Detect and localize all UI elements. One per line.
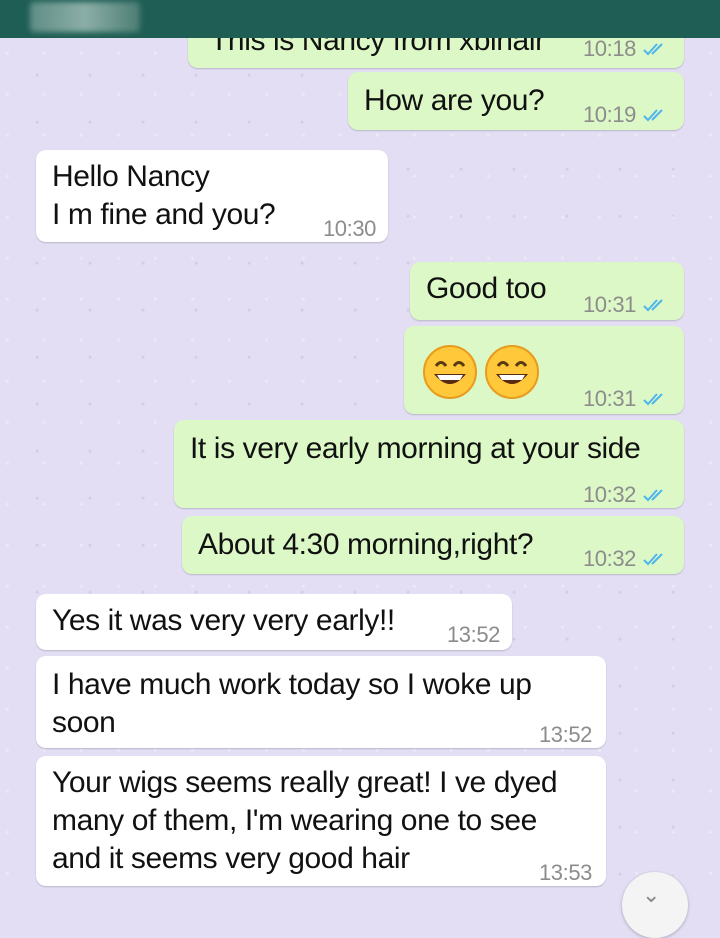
message-text: Your wigs seems really great! I ve dyed … xyxy=(52,766,558,875)
message-time: 10:31 xyxy=(582,386,636,411)
message-meta: 10:31 xyxy=(583,380,670,418)
grinning-face-icon xyxy=(423,345,477,399)
message-meta: 13:52 xyxy=(447,616,500,654)
double-check-read-icon xyxy=(643,393,663,406)
message-bubble-incoming[interactable]: I have much work today so I woke up soon… xyxy=(36,656,606,748)
message-time: 13:53 xyxy=(538,860,592,885)
message-meta: 10:32 xyxy=(583,476,670,514)
message-bubble-incoming[interactable]: Your wigs seems really great! I ve dyed … xyxy=(36,756,606,886)
message-time: 10:31 xyxy=(582,292,636,317)
double-check-read-icon xyxy=(643,553,663,566)
emoji-message xyxy=(422,344,540,400)
message-time: 13:52 xyxy=(538,722,592,747)
message-text: I have much work today so I woke up soon xyxy=(52,668,532,739)
message-time: 13:52 xyxy=(446,622,500,647)
message-meta: 13:52 xyxy=(539,716,592,754)
chat-header-overlay xyxy=(0,0,720,38)
double-check-read-icon xyxy=(643,489,663,502)
message-text: Yes it was very very early!! xyxy=(52,604,395,637)
message-bubble-outgoing[interactable]: How are you? 10:19 xyxy=(348,72,684,130)
message-bubble-outgoing[interactable]: It is very early morning at your side 10… xyxy=(174,420,684,508)
double-check-read-icon xyxy=(643,43,663,56)
message-meta: 10:32 xyxy=(583,540,670,578)
message-text: Good too xyxy=(426,272,547,305)
message-bubble-incoming[interactable]: Yes it was very very early!! 13:52 xyxy=(36,594,512,650)
message-time: 10:32 xyxy=(582,482,636,507)
message-meta: 13:53 xyxy=(539,854,592,892)
double-check-read-icon xyxy=(643,109,663,122)
message-text: About 4:30 morning,right? xyxy=(198,528,534,561)
message-meta: 10:30 xyxy=(323,210,376,248)
grinning-face-icon xyxy=(485,345,539,399)
message-time: 10:32 xyxy=(582,546,636,571)
message-bubble-outgoing[interactable]: About 4:30 morning,right? 10:32 xyxy=(182,516,684,574)
message-bubble-outgoing[interactable]: 10:31 xyxy=(404,326,684,414)
message-meta: 10:31 xyxy=(583,286,670,324)
message-text: Hello Nancy I m fine and you? xyxy=(52,160,276,231)
message-text: It is very early morning at your side xyxy=(190,432,641,465)
message-bubble-incoming[interactable]: Hello Nancy I m fine and you? 10:30 xyxy=(36,150,388,242)
scroll-to-bottom-button[interactable]: ⌄ xyxy=(622,872,688,938)
message-bubble-outgoing[interactable]: Good too 10:31 xyxy=(410,262,684,320)
double-check-read-icon xyxy=(643,299,663,312)
message-text: How are you? xyxy=(364,84,545,117)
message-time: 10:30 xyxy=(322,216,376,241)
chevron-down-icon: ⌄ xyxy=(642,882,661,907)
message-meta: 10:19 xyxy=(583,96,670,134)
contact-avatar-blur xyxy=(30,2,140,32)
message-time: 10:19 xyxy=(582,102,636,127)
